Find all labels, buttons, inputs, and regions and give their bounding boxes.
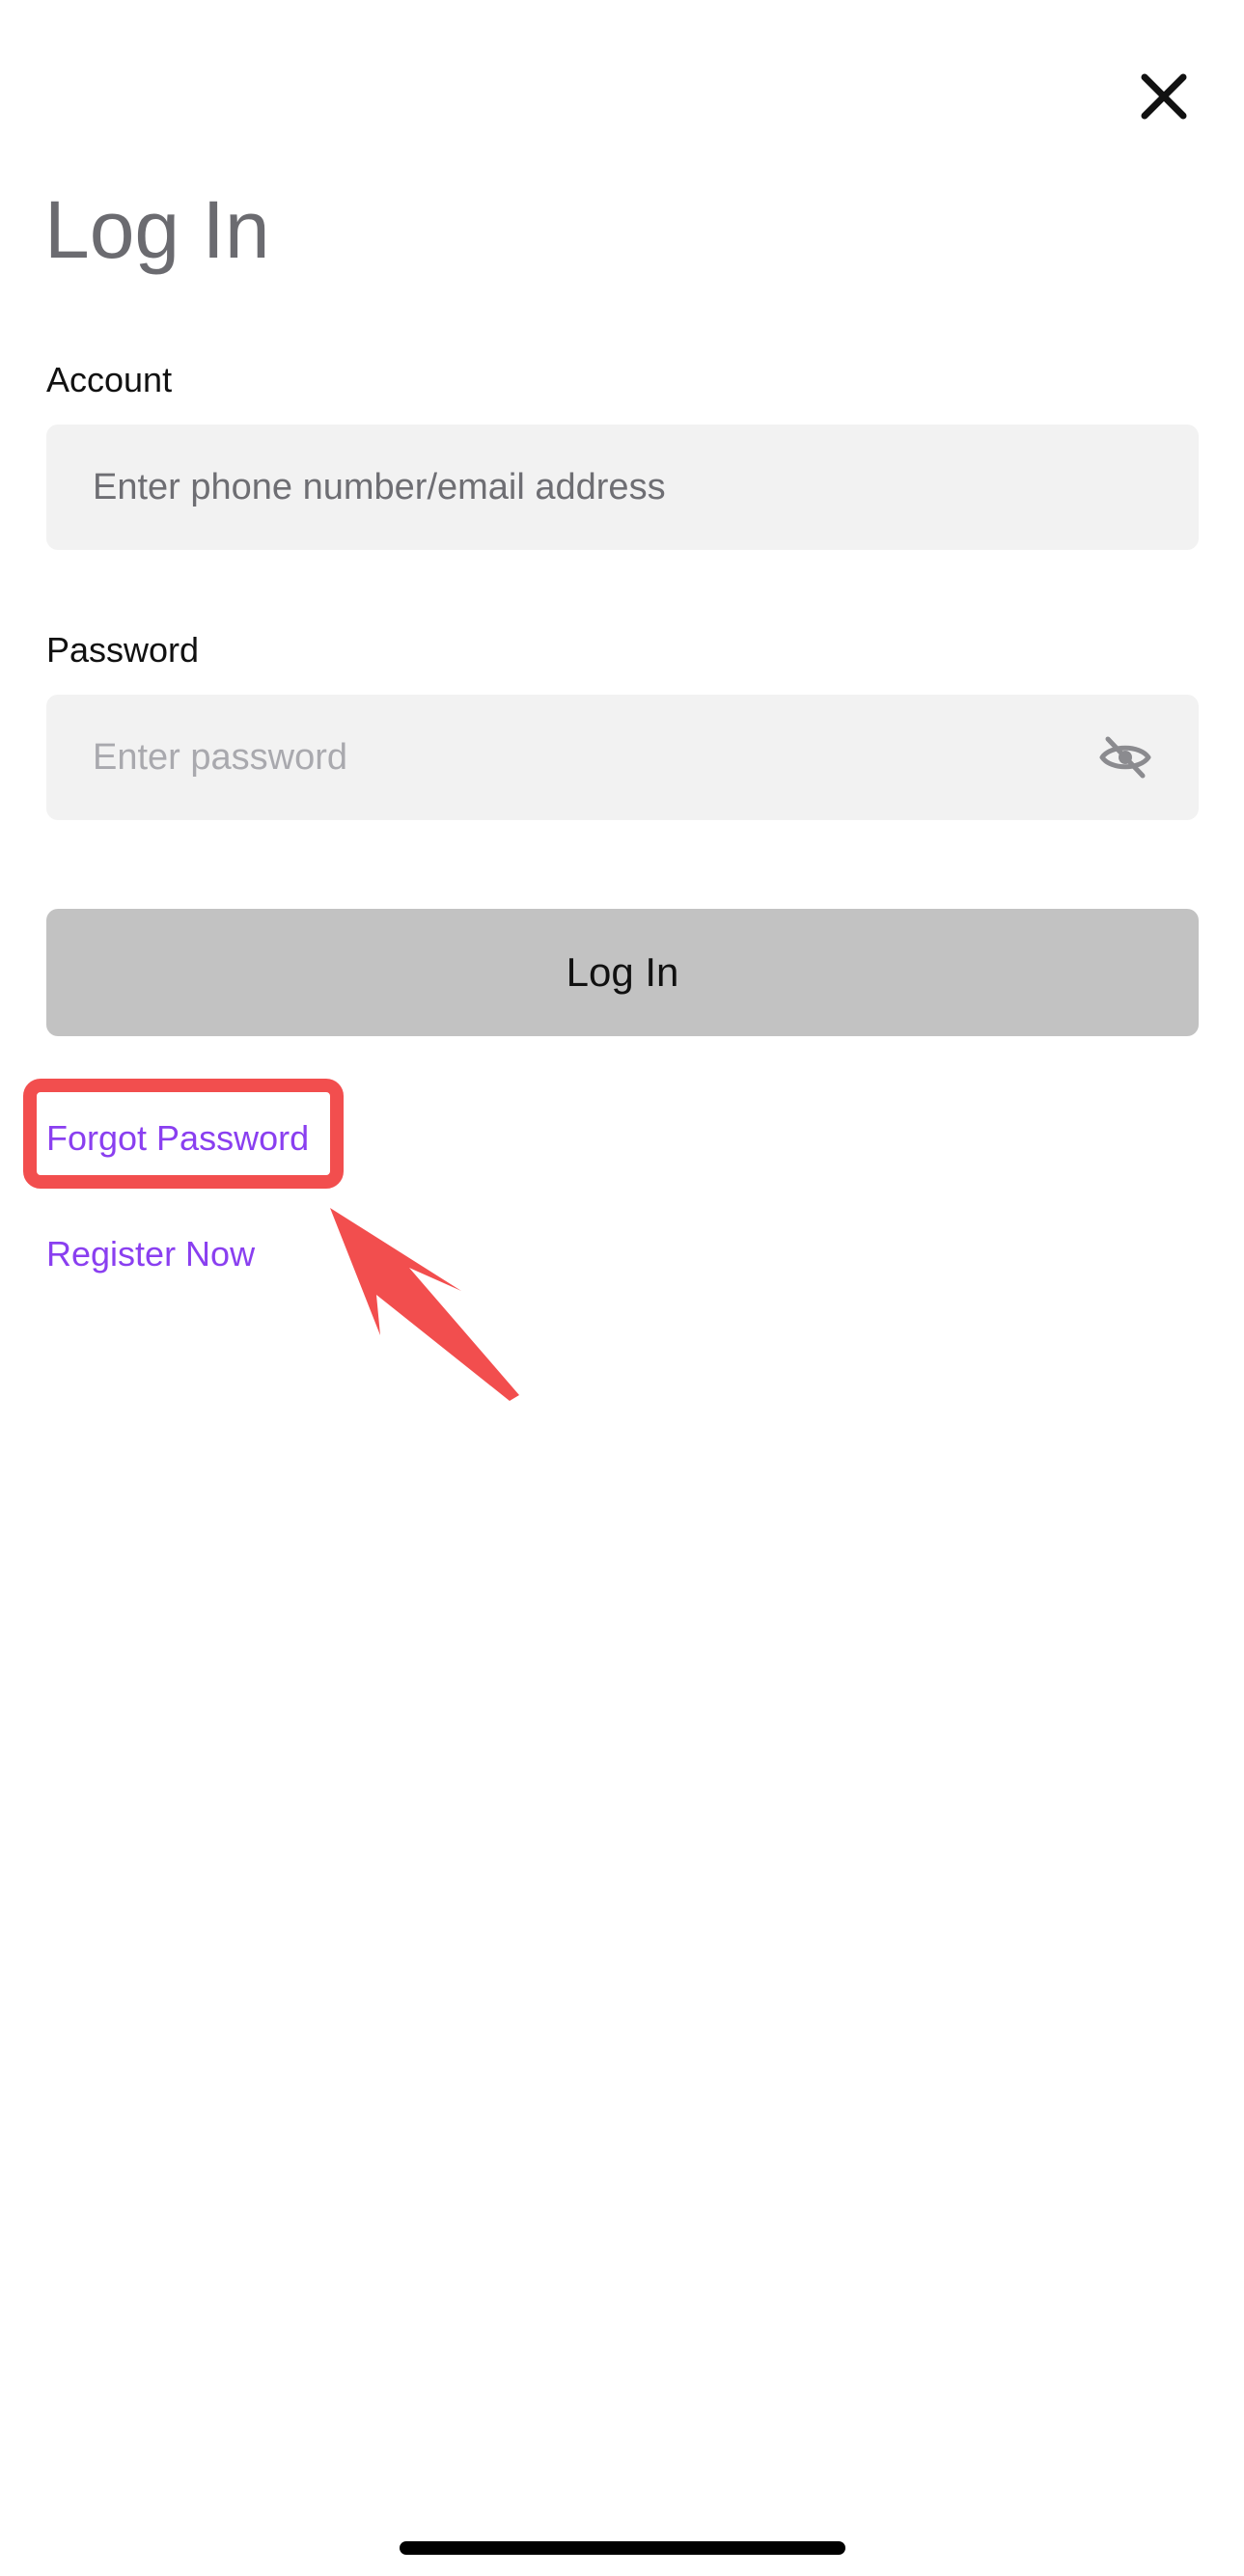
account-input[interactable] <box>93 425 1154 550</box>
login-button[interactable]: Log In <box>46 909 1199 1036</box>
arrow-icon <box>330 1208 519 1401</box>
eye-slash-icon <box>1099 736 1151 779</box>
register-now-link[interactable]: Register Now <box>46 1233 255 1275</box>
account-label: Account <box>46 360 173 399</box>
home-indicator <box>400 2541 845 2555</box>
password-input[interactable] <box>93 695 1058 820</box>
forgot-password-link[interactable]: Forgot Password <box>46 1117 309 1160</box>
password-field[interactable] <box>46 695 1199 820</box>
password-label: Password <box>46 630 200 670</box>
close-button[interactable] <box>1137 69 1191 123</box>
page-title: Log In <box>44 184 270 275</box>
account-field[interactable] <box>46 425 1199 550</box>
password-visibility-toggle[interactable] <box>1098 733 1152 781</box>
close-icon <box>1141 73 1187 120</box>
